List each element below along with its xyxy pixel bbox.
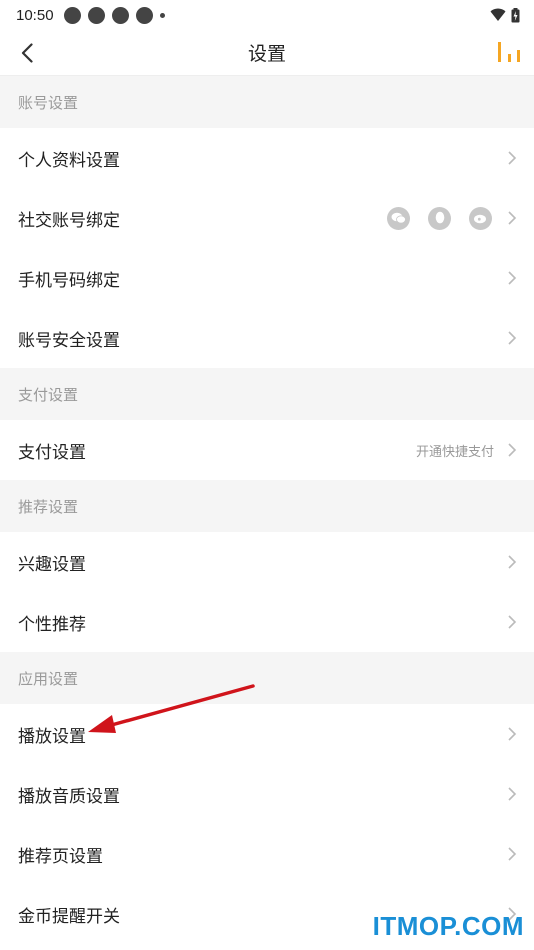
settings-row-recommend-page[interactable]: 推荐页设置	[0, 824, 534, 884]
wechat-icon	[387, 206, 410, 230]
quick-pay-hint: 开通快捷支付	[415, 444, 494, 460]
section-header-recommend: 推荐设置	[0, 480, 534, 532]
chevron-right-icon	[508, 555, 517, 569]
more-notifications-dot-icon	[159, 12, 165, 18]
section-header-account: 账号设置	[0, 76, 534, 128]
settings-row-social-binding[interactable]: 社交账号绑定	[0, 188, 534, 248]
settings-row-personalized-recommend[interactable]: 个性推荐	[0, 592, 534, 652]
row-label: 播放设置	[18, 726, 86, 747]
chevron-right-icon	[508, 727, 517, 741]
app-notification-icon	[87, 6, 105, 24]
row-label: 个人资料设置	[18, 150, 120, 171]
social-icons	[387, 206, 492, 230]
row-label: 手机号码绑定	[18, 270, 120, 291]
chevron-right-icon	[508, 331, 517, 345]
chevron-right-icon	[508, 787, 517, 801]
chevron-right-icon	[508, 615, 517, 629]
section-header-app: 应用设置	[0, 652, 534, 704]
weibo-icon	[469, 206, 492, 230]
settings-row-profile[interactable]: 个人资料设置	[0, 128, 534, 188]
chevron-right-icon	[508, 443, 517, 457]
chevron-right-icon	[508, 151, 517, 165]
row-label: 播放音质设置	[18, 786, 120, 807]
row-label: 账号安全设置	[18, 330, 120, 351]
settings-row-phone-binding[interactable]: 手机号码绑定	[0, 248, 534, 308]
app-notification-icon	[135, 6, 153, 24]
row-label: 支付设置	[18, 442, 86, 463]
playing-bars-icon[interactable]	[496, 40, 522, 64]
chevron-right-icon	[508, 271, 517, 285]
back-arrow-icon	[21, 43, 33, 63]
app-notification-icon	[63, 6, 81, 24]
chevron-right-icon	[508, 211, 517, 225]
settings-row-payment[interactable]: 支付设置 开通快捷支付	[0, 420, 534, 480]
system-status-icons	[490, 7, 520, 23]
qq-icon	[428, 206, 451, 230]
settings-row-interests[interactable]: 兴趣设置	[0, 532, 534, 592]
chevron-right-icon	[508, 847, 517, 861]
notification-icons	[63, 6, 165, 24]
row-label: 推荐页设置	[18, 846, 103, 867]
wifi-icon	[490, 8, 506, 21]
section-header-payment: 支付设置	[0, 368, 534, 420]
row-label: 个性推荐	[18, 614, 86, 635]
nav-bar: 设置	[0, 30, 534, 76]
row-label: 社交账号绑定	[18, 210, 120, 231]
status-time: 10:50	[16, 6, 54, 24]
row-label: 兴趣设置	[18, 554, 86, 575]
watermark: ITMOP.COM	[372, 911, 524, 941]
back-button[interactable]	[14, 39, 40, 67]
page-title: 设置	[247, 43, 286, 65]
settings-row-playback[interactable]: 播放设置	[0, 704, 534, 764]
battery-charging-icon	[511, 7, 520, 22]
settings-row-account-security[interactable]: 账号安全设置	[0, 308, 534, 368]
app-notification-icon	[111, 6, 129, 24]
status-bar: 10:50	[0, 0, 534, 30]
settings-row-audio-quality[interactable]: 播放音质设置	[0, 764, 534, 824]
